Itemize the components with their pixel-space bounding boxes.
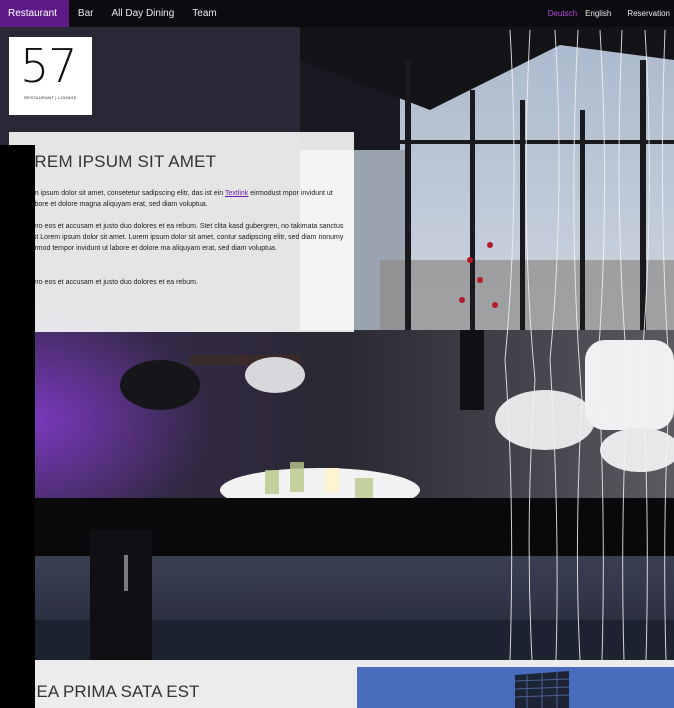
bottom-heading: UREA PRIMA SATA EST bbox=[12, 682, 200, 701]
background-photo bbox=[0, 0, 674, 708]
content-paragraph-2: vero eos et accusam et justo duo dolores… bbox=[29, 223, 344, 252]
logo-number: 57 bbox=[20, 39, 78, 93]
bottom-building-image bbox=[357, 667, 674, 708]
paragraph-1-text-start: em ipsum dolor sit amet, consetetur sadi… bbox=[29, 190, 225, 197]
nav-item-restaurant[interactable]: Restaurant bbox=[0, 0, 69, 27]
textlink[interactable]: Textlink bbox=[225, 190, 248, 197]
language-deutsch[interactable]: Deutsch bbox=[544, 9, 581, 18]
language-english[interactable]: English bbox=[581, 9, 615, 18]
content-paragraph-1: em ipsum dolor sit amet, consetetur sadi… bbox=[29, 188, 349, 210]
content-paragraph-3: vero eos et accusam et justo duo dolores… bbox=[29, 279, 198, 286]
left-dark-strip bbox=[0, 145, 35, 708]
nav-item-bar[interactable]: Bar bbox=[69, 0, 103, 27]
reservation-link[interactable]: Reservation bbox=[615, 9, 674, 18]
content-panel: OREM IPSUM SIT AMET em ipsum dolor sit a… bbox=[9, 132, 354, 332]
logo-subtitle: RESTAURANT | LOUNGE bbox=[24, 95, 77, 100]
nav-item-team[interactable]: Team bbox=[183, 0, 225, 27]
nav-item-all-day-dining[interactable]: All Day Dining bbox=[102, 0, 183, 27]
content-heading: OREM IPSUM SIT AMET bbox=[21, 152, 217, 171]
top-navigation: Restaurant Bar All Day Dining Team Deuts… bbox=[0, 0, 674, 27]
logo[interactable]: 57 RESTAURANT | LOUNGE bbox=[9, 37, 92, 115]
